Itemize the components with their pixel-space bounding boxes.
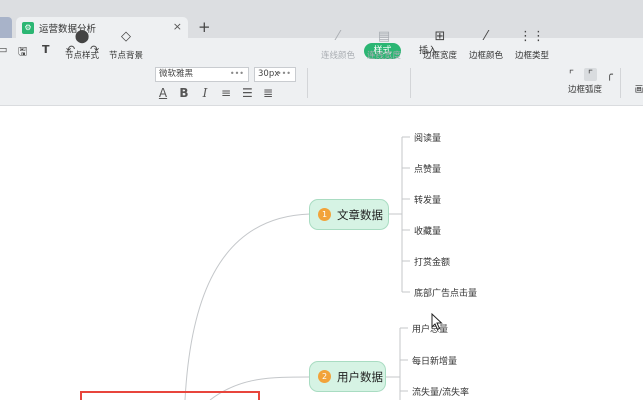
bold-icon[interactable]: B bbox=[179, 86, 189, 100]
divider bbox=[410, 68, 411, 98]
line-color-button[interactable]: ⁄ 连线颜色 bbox=[316, 28, 360, 64]
document-tab[interactable]: ⚙ 运营数据分析 × bbox=[16, 17, 188, 38]
align-center-icon[interactable]: ☰ bbox=[242, 86, 253, 100]
leaf-node[interactable]: 打赏金额 bbox=[414, 255, 450, 268]
more-icon: ••• bbox=[229, 69, 244, 78]
priority-badge: 1 bbox=[318, 208, 331, 221]
border-width-icon: ⊞ bbox=[434, 29, 446, 44]
paint-bucket-icon: ◇ bbox=[121, 29, 131, 44]
branch-node-article-data[interactable]: 1 文章数据 bbox=[309, 199, 389, 230]
mindmap-canvas[interactable] bbox=[0, 107, 643, 400]
save-icon[interactable]: 🖫 bbox=[18, 43, 27, 62]
leaf-node[interactable]: 每日新增量 bbox=[412, 354, 457, 367]
font-size-select[interactable]: 30px ••• bbox=[254, 67, 296, 82]
leaf-node[interactable]: 转发量 bbox=[414, 193, 441, 206]
node-style-icon: ⬤ bbox=[74, 29, 90, 44]
format-painter-icon[interactable]: T bbox=[42, 43, 50, 56]
add-tab-button[interactable]: + bbox=[198, 17, 211, 37]
border-type-icon: ⋮⋮ bbox=[519, 29, 545, 44]
mindmap-icon: ⚙ bbox=[22, 21, 34, 34]
border-color-icon: ⁄ bbox=[484, 29, 488, 44]
mouse-cursor-icon bbox=[431, 313, 443, 331]
font-color-icon[interactable]: A bbox=[158, 86, 168, 100]
previous-tab[interactable] bbox=[0, 17, 12, 38]
branch-label: 用户数据 bbox=[337, 369, 383, 384]
priority-badge: 2 bbox=[318, 370, 331, 383]
border-color-button[interactable]: ⁄ 边框颜色 bbox=[466, 28, 506, 64]
selected-root-node[interactable] bbox=[80, 391, 260, 400]
leaf-node[interactable]: 阅读量 bbox=[414, 131, 441, 144]
branch-node-user-data[interactable]: 2 用户数据 bbox=[309, 361, 386, 392]
text-format-row: A B I ≡ ☰ ≣ bbox=[158, 86, 273, 100]
divider bbox=[620, 68, 621, 98]
border-type-button[interactable]: ⋮⋮ 边框类型 bbox=[512, 28, 552, 64]
border-width-button[interactable]: ⊞ 边框宽度 bbox=[420, 28, 460, 64]
font-family-select[interactable]: 微软雅黑 ••• bbox=[155, 67, 249, 82]
leaf-node[interactable]: 流失量/流失率 bbox=[412, 385, 469, 398]
close-tab-icon[interactable]: × bbox=[173, 20, 182, 33]
more-icon: ••• bbox=[276, 69, 291, 78]
connector-lines bbox=[184, 136, 410, 400]
leaf-node[interactable]: 点赞量 bbox=[414, 162, 441, 175]
node-background-button[interactable]: ◇ 节点背景 bbox=[106, 28, 146, 64]
italic-icon[interactable]: I bbox=[200, 86, 210, 100]
branch-label: 文章数据 bbox=[337, 207, 383, 222]
align-right-icon[interactable]: ≣ bbox=[263, 86, 273, 100]
file-icon[interactable]: ▭ bbox=[0, 43, 7, 56]
divider bbox=[307, 68, 308, 98]
line-width-button[interactable]: ▤ 连线宽度 bbox=[362, 28, 406, 64]
line-color-icon: ⁄ bbox=[336, 29, 340, 44]
align-left-icon[interactable]: ≡ bbox=[221, 86, 231, 100]
leaf-node[interactable]: 底部广告点击量 bbox=[414, 286, 477, 299]
leaf-node[interactable]: 收藏量 bbox=[414, 224, 441, 237]
node-style-button[interactable]: ⬤ 节点样式 bbox=[62, 28, 102, 64]
line-width-icon: ▤ bbox=[377, 29, 391, 44]
